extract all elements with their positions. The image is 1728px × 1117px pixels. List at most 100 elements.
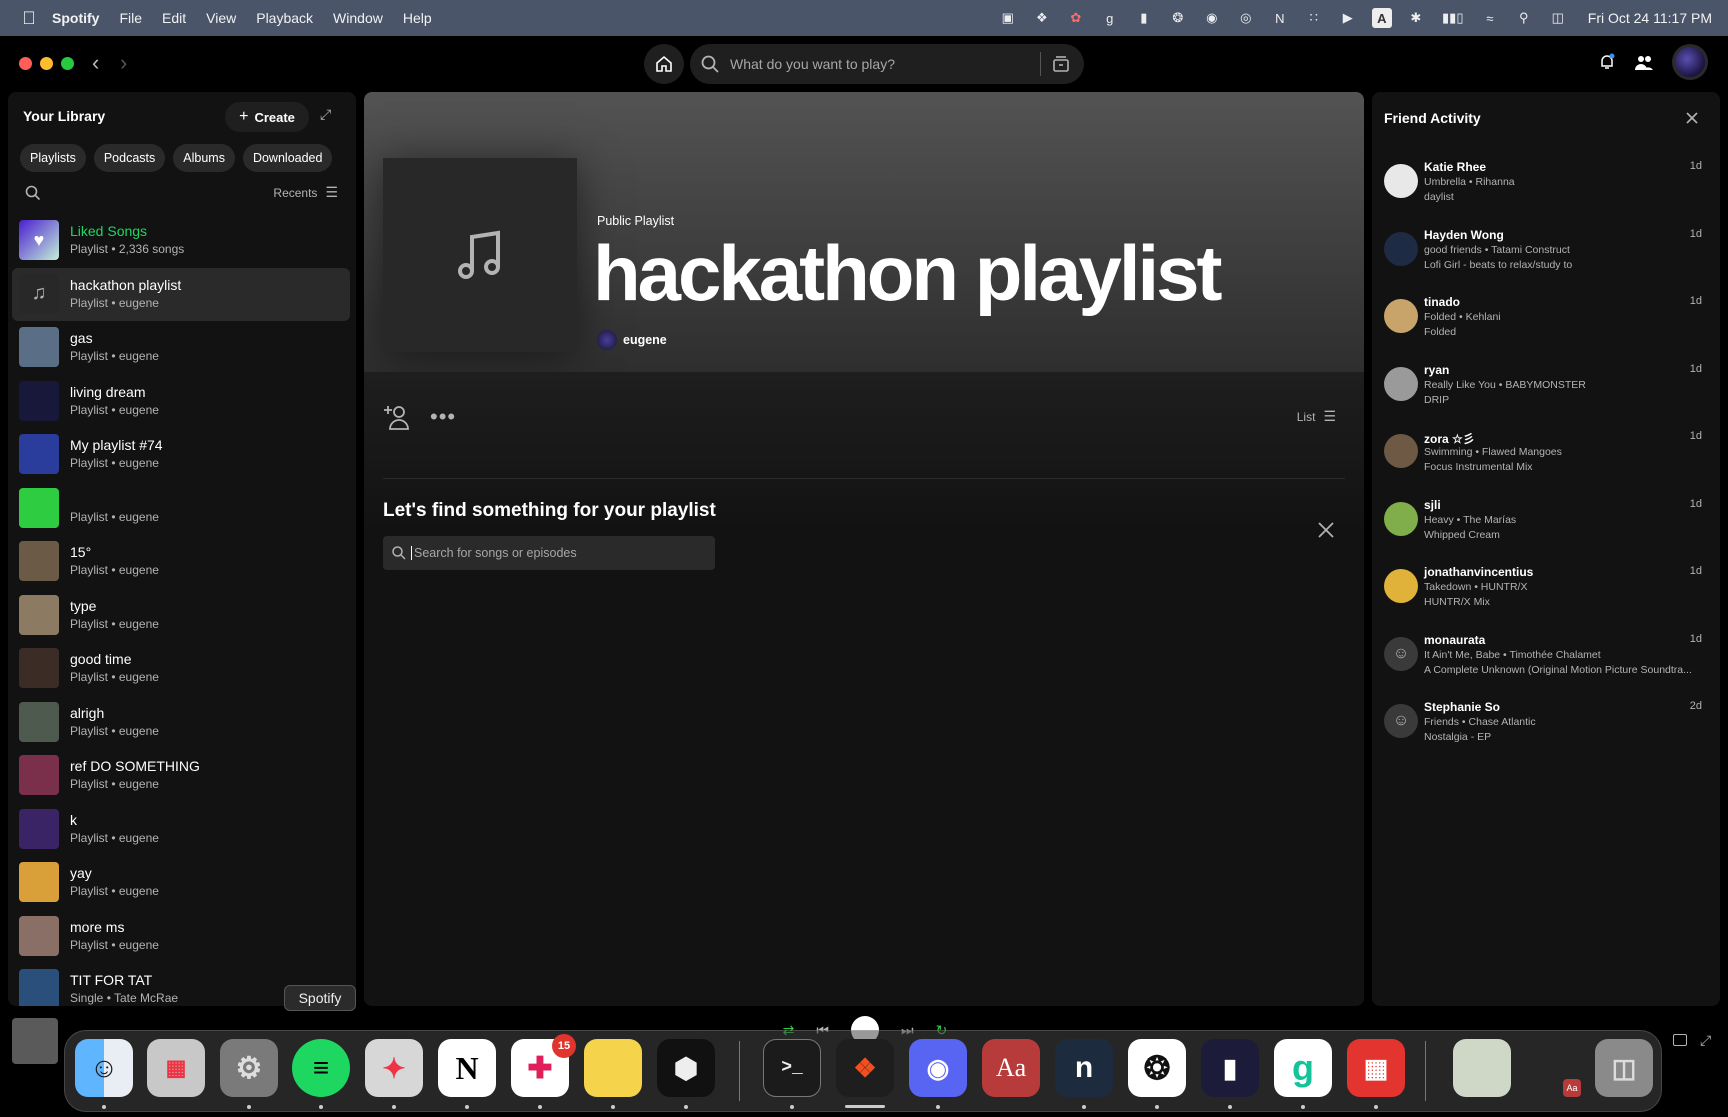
friend-track[interactable]: good friends • Tatami Construct: [1424, 244, 1570, 256]
menu-app-name[interactable]: Spotify: [52, 10, 99, 26]
fullscreen-icon[interactable]: ⤢: [1700, 1032, 1711, 1049]
search-bar[interactable]: What do you want to play?: [690, 44, 1084, 84]
photo-booth-icon[interactable]: ▦: [1347, 1039, 1405, 1097]
home-button[interactable]: [644, 44, 684, 84]
back-arrow-icon[interactable]: ‹: [92, 50, 99, 76]
library-item[interactable]: Playlist • eugene: [12, 482, 350, 536]
expand-library-icon[interactable]: ⤢: [320, 106, 340, 126]
library-item[interactable]: type Playlist • eugene: [12, 589, 350, 643]
control-center-icon[interactable]: ◫: [1548, 8, 1568, 28]
playlist-cover[interactable]: [383, 158, 577, 352]
friend-activity-item[interactable]: Hayden Wong good friends • Tatami Constru…: [1384, 228, 1710, 288]
browse-icon[interactable]: [1051, 54, 1071, 74]
screen-share-icon[interactable]: ◎: [1236, 8, 1256, 28]
library-title[interactable]: Your Library: [23, 108, 105, 124]
filter-downloaded[interactable]: Downloaded: [242, 144, 333, 172]
friend-context[interactable]: Folded: [1424, 326, 1456, 338]
audio-app-icon[interactable]: ▮: [1201, 1039, 1259, 1097]
invite-collaborator-icon[interactable]: [382, 402, 412, 432]
friend-avatar[interactable]: [1384, 299, 1418, 333]
friend-context[interactable]: HUNTR/X Mix: [1424, 596, 1490, 608]
friend-track[interactable]: Folded • Kehlani: [1424, 311, 1501, 323]
battery-icon[interactable]: ▮▮▯: [1440, 8, 1466, 28]
menu-file[interactable]: File: [119, 10, 142, 26]
box-icon[interactable]: ▣: [998, 8, 1018, 28]
friend-track[interactable]: Really Like You • BABYMONSTER: [1424, 379, 1586, 391]
terminal-icon[interactable]: >_: [763, 1039, 821, 1097]
dictionary-icon[interactable]: Aa: [982, 1039, 1040, 1097]
friend-activity-item[interactable]: ☺ Stephanie So Friends • Chase Atlantic Nos…: [1384, 700, 1710, 760]
chatgpt-icon[interactable]: ❂: [1168, 8, 1188, 28]
apple-menu-icon[interactable]: : [18, 7, 40, 29]
playlist-title[interactable]: hackathon playlist: [593, 228, 1223, 319]
view-as-button[interactable]: List ☰: [1297, 408, 1336, 425]
launchpad-icon[interactable]: ▦: [147, 1039, 205, 1097]
library-item[interactable]: 15° Playlist • eugene: [12, 535, 350, 589]
library-item[interactable]: alrigh Playlist • eugene: [12, 696, 350, 750]
menu-help[interactable]: Help: [403, 10, 432, 26]
library-search-icon[interactable]: [24, 184, 42, 202]
friend-activity-item[interactable]: jonathanvincentius Takedown • HUNTR/X HUNT…: [1384, 565, 1710, 625]
downloads-stack-icon[interactable]: [1453, 1039, 1511, 1097]
friend-name[interactable]: Stephanie So: [1424, 700, 1500, 714]
control-toggle-icon[interactable]: ◉: [1202, 8, 1222, 28]
audio-bars-icon[interactable]: ▮: [1134, 8, 1154, 28]
butterfly-icon[interactable]: ✿: [1066, 8, 1086, 28]
grammarly-icon[interactable]: g: [1100, 8, 1120, 28]
zoom-window-button[interactable]: [61, 57, 74, 70]
library-item[interactable]: good time Playlist • eugene: [12, 642, 350, 696]
friend-context[interactable]: Lofi Girl - beats to relax/study to: [1424, 259, 1572, 271]
minimize-window-button[interactable]: [40, 57, 53, 70]
starburst-app-icon[interactable]: ✦: [365, 1039, 423, 1097]
friend-track[interactable]: Friends • Chase Atlantic: [1424, 716, 1536, 728]
wifi-icon[interactable]: ≈: [1480, 8, 1500, 28]
system-settings-icon[interactable]: ⚙: [220, 1039, 278, 1097]
friend-activity-icon[interactable]: [1634, 53, 1654, 71]
friend-activity-item[interactable]: sjli Heavy • The Marías Whipped Cream 1d: [1384, 498, 1710, 558]
chatgpt-icon[interactable]: ❂: [1128, 1039, 1186, 1097]
friend-context[interactable]: daylist: [1424, 191, 1454, 203]
friend-name[interactable]: jonathanvincentius: [1424, 565, 1533, 579]
library-item[interactable]: ref DO SOMETHING Playlist • eugene: [12, 749, 350, 803]
filter-podcasts[interactable]: Podcasts: [93, 144, 166, 172]
friend-activity-item[interactable]: Katie Rhee Umbrella • Rihanna daylist 1d: [1384, 160, 1710, 220]
friend-activity-item[interactable]: ☺ monaurata It Ain't Me, Babe • Timothée C…: [1384, 633, 1710, 693]
menu-edit[interactable]: Edit: [162, 10, 186, 26]
friend-avatar[interactable]: ☺: [1384, 636, 1418, 671]
library-item[interactable]: k Playlist • eugene: [12, 803, 350, 857]
create-button[interactable]: + Create: [225, 102, 309, 132]
friend-name[interactable]: monaurata: [1424, 633, 1485, 647]
input-source-icon[interactable]: A: [1371, 8, 1392, 28]
forward-arrow-icon[interactable]: ›: [120, 50, 127, 76]
menu-clock[interactable]: Fri Oct 24 11:17 PM: [1588, 10, 1712, 26]
friend-context[interactable]: A Complete Unknown (Original Motion Pict…: [1424, 664, 1692, 676]
friend-name[interactable]: Hayden Wong: [1424, 228, 1504, 242]
grid-icon[interactable]: ∷: [1304, 8, 1324, 28]
more-options-icon[interactable]: •••: [430, 404, 456, 430]
friend-context[interactable]: Focus Instrumental Mix: [1424, 461, 1533, 473]
friend-context[interactable]: DRIP: [1424, 394, 1449, 406]
notion-icon[interactable]: N: [438, 1039, 496, 1097]
figma-icon[interactable]: ❖: [836, 1039, 894, 1097]
menu-window[interactable]: Window: [333, 10, 383, 26]
figma-icon[interactable]: ❖: [1032, 8, 1052, 28]
bluetooth-icon[interactable]: ✱: [1406, 8, 1426, 28]
pip-icon[interactable]: [1673, 1034, 1687, 1046]
friend-track[interactable]: Heavy • The Marías: [1424, 514, 1516, 526]
notion-calendar-icon[interactable]: n: [1055, 1039, 1113, 1097]
friend-context[interactable]: Whipped Cream: [1424, 529, 1500, 541]
discord-icon[interactable]: ◉: [909, 1039, 967, 1097]
close-icon[interactable]: [1684, 110, 1700, 126]
notes-icon[interactable]: [584, 1039, 642, 1097]
friend-track[interactable]: Takedown • HUNTR/X: [1424, 581, 1527, 593]
grammarly-icon[interactable]: g: [1274, 1039, 1332, 1097]
spotify-icon[interactable]: ≡: [292, 1039, 350, 1097]
friend-avatar[interactable]: [1384, 501, 1418, 536]
trash-icon[interactable]: ◫: [1595, 1039, 1653, 1097]
filter-playlists[interactable]: Playlists: [20, 144, 86, 172]
friend-name[interactable]: ryan: [1424, 363, 1449, 377]
cube-app-icon[interactable]: ⬢: [657, 1039, 715, 1097]
notifications-bell-icon[interactable]: [1598, 53, 1616, 71]
library-item[interactable]: My playlist #74 Playlist • eugene: [12, 428, 350, 482]
close-window-button[interactable]: [19, 57, 32, 70]
